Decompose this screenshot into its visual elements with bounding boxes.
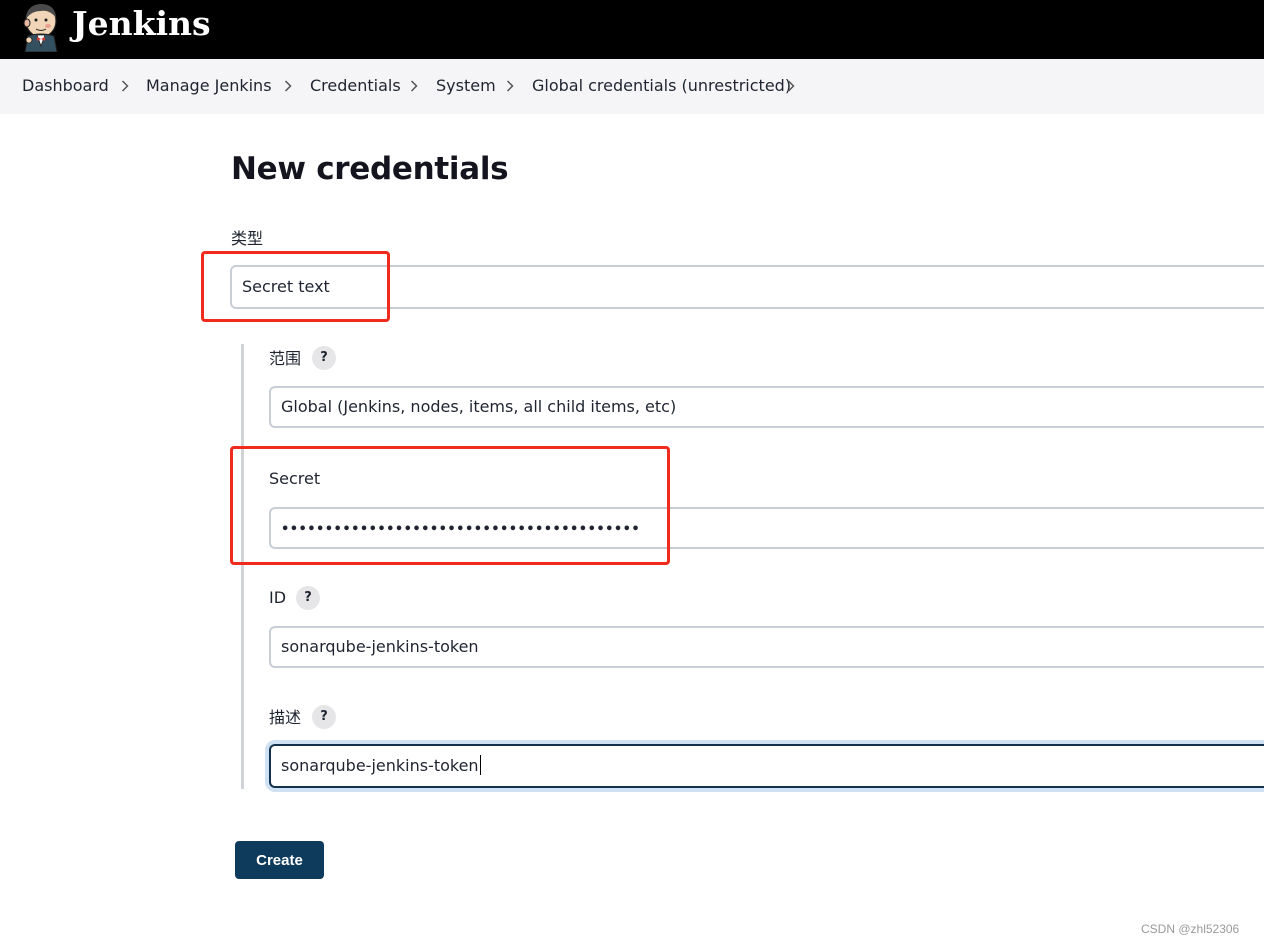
chevron-right-icon bbox=[121, 80, 129, 92]
watermark: CSDN @zhl52306 bbox=[1141, 922, 1240, 936]
scope-help-icon[interactable]: ? bbox=[312, 346, 336, 370]
breadcrumb-item-dashboard[interactable]: Dashboard bbox=[22, 76, 109, 96]
chevron-right-icon bbox=[410, 80, 418, 92]
create-button[interactable]: Create bbox=[235, 841, 324, 879]
id-input[interactable]: sonarqube-jenkins-token bbox=[269, 626, 1264, 668]
text-cursor bbox=[479, 755, 482, 775]
scope-select-value: Global (Jenkins, nodes, items, all child… bbox=[281, 397, 677, 416]
description-input-value: sonarqube-jenkins-token bbox=[281, 756, 479, 775]
breadcrumb-item-manage-jenkins[interactable]: Manage Jenkins bbox=[146, 76, 272, 96]
nested-section-indicator bbox=[241, 344, 244, 789]
jenkins-logo-icon[interactable] bbox=[20, 2, 62, 52]
chevron-right-icon bbox=[506, 80, 514, 92]
annotation-box-secret bbox=[230, 446, 670, 565]
id-help-icon[interactable]: ? bbox=[296, 586, 320, 610]
description-input[interactable]: sonarqube-jenkins-token bbox=[269, 744, 1264, 788]
top-header: Jenkins bbox=[0, 0, 1264, 59]
breadcrumb: Dashboard Manage Jenkins Credentials Sys… bbox=[0, 59, 1264, 114]
kind-label: 类型 bbox=[231, 229, 264, 248]
jenkins-brand-title[interactable]: Jenkins bbox=[72, 4, 211, 44]
chevron-right-icon bbox=[284, 80, 292, 92]
id-input-value: sonarqube-jenkins-token bbox=[281, 637, 479, 656]
chevron-right-icon[interactable] bbox=[787, 80, 795, 92]
breadcrumb-item-credentials[interactable]: Credentials bbox=[310, 76, 401, 96]
id-label: ID bbox=[269, 588, 287, 607]
description-label: 描述 bbox=[269, 708, 302, 727]
annotation-box-kind bbox=[201, 251, 390, 322]
scope-label: 范围 bbox=[269, 349, 302, 368]
breadcrumb-item-system[interactable]: System bbox=[436, 76, 496, 96]
description-help-icon[interactable]: ? bbox=[312, 705, 336, 729]
scope-select[interactable]: Global (Jenkins, nodes, items, all child… bbox=[269, 386, 1264, 428]
page-title: New credentials bbox=[231, 151, 509, 187]
breadcrumb-item-global-credentials[interactable]: Global credentials (unrestricted) bbox=[532, 76, 791, 96]
